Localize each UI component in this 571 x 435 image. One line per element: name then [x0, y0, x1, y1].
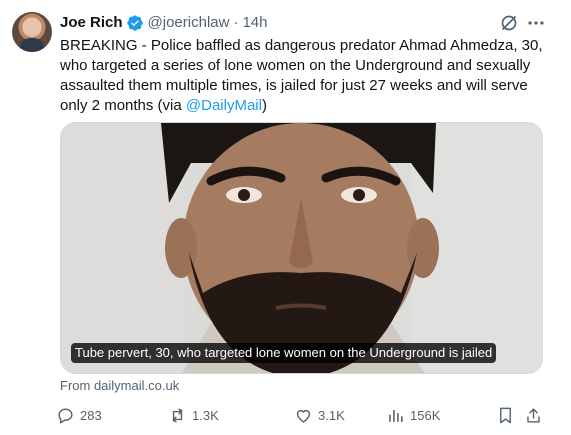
repost-icon [172, 407, 183, 423]
tweet[interactable]: Joe Rich @joerichlaw · 14h BREAKING - Po… [0, 0, 571, 435]
share-button[interactable] [524, 404, 543, 426]
reply-count: 283 [80, 407, 102, 423]
tweet-text-end: ) [261, 97, 267, 114]
author-handle[interactable]: @joerichlaw [148, 13, 230, 33]
author-name[interactable]: Joe Rich [60, 13, 123, 33]
link-card-image[interactable]: Tube pervert, 30, who targeted lone wome… [60, 122, 543, 374]
repost-count: 1.3K [192, 407, 219, 423]
heart-icon [296, 409, 311, 423]
avatar[interactable] [12, 12, 52, 52]
views-button[interactable]: 156K [386, 404, 440, 426]
action-bar: 283 1.3K 3.1K 156K [56, 404, 546, 426]
tweet-text: BREAKING - Police baffled as dangerous p… [60, 36, 550, 116]
views-count: 156K [410, 407, 441, 423]
reply-button[interactable]: 283 [56, 404, 102, 426]
like-button[interactable]: 3.1K [294, 404, 345, 426]
bookmark-button[interactable] [496, 404, 515, 426]
grok-icon[interactable] [499, 13, 519, 33]
mugshot-image [61, 123, 542, 373]
mention-link[interactable]: @DailyMail [186, 97, 262, 114]
separator-dot: · [233, 14, 239, 31]
tweet-time[interactable]: 14h [242, 13, 267, 33]
verified-badge-icon [126, 14, 144, 32]
more-options-icon[interactable] [526, 13, 546, 33]
tweet-text-main: BREAKING - Police baffled as dangerous p… [60, 37, 543, 114]
tweet-header: Joe Rich @joerichlaw · 14h [60, 13, 267, 33]
card-caption: Tube pervert, 30, who targeted lone wome… [71, 343, 497, 363]
like-count: 3.1K [318, 407, 345, 423]
reply-icon [58, 407, 73, 424]
repost-button[interactable]: 1.3K [168, 404, 219, 426]
analytics-icon [389, 409, 403, 422]
share-icon [527, 407, 540, 423]
card-source[interactable]: From dailymail.co.uk [60, 378, 179, 394]
bookmark-icon [500, 407, 511, 423]
